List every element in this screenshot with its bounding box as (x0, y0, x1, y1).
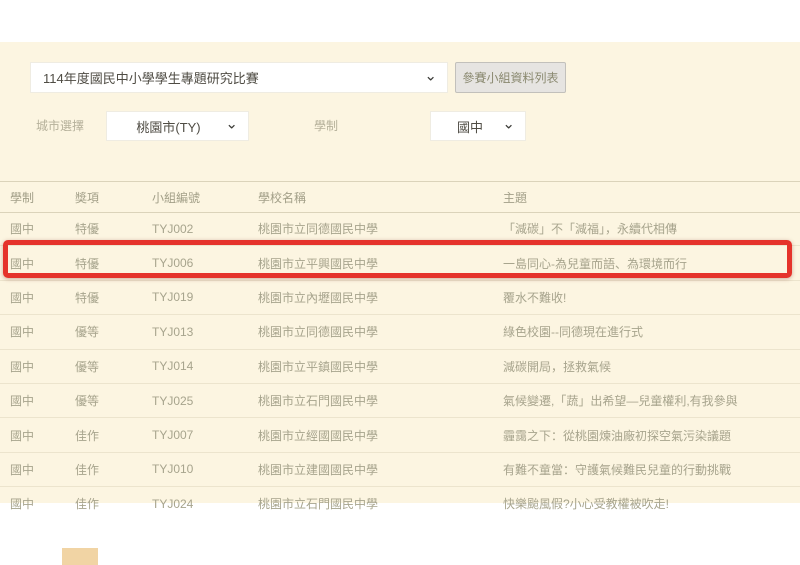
cell-topic: 一島同心-為兒童而語、為環境而行 (503, 255, 800, 272)
cell-topic: 有難不童當：守護氣候難民兒童的行動挑戰 (503, 461, 800, 478)
cell-award: 特優 (75, 289, 152, 306)
cell-school: 桃園市立同德國民中學 (258, 323, 503, 340)
cell-school: 桃園市立石門國民中學 (258, 495, 503, 512)
cell-topic: 快樂颱風假?小心受教權被吹走! (503, 495, 800, 512)
cell-award: 佳作 (75, 427, 152, 444)
cell-school: 桃園市立同德國民中學 (258, 220, 503, 237)
cell-award: 優等 (75, 358, 152, 375)
cell-award: 特優 (75, 255, 152, 272)
cell-group: TYJ019 (152, 290, 258, 304)
cell-award: 優等 (75, 392, 152, 409)
level-select-value: 國中 (457, 117, 483, 136)
cell-award: 佳作 (75, 495, 152, 512)
table-row[interactable]: 國中佳作TYJ024桃園市立石門國民中學快樂颱風假?小心受教權被吹走! (0, 487, 800, 520)
cell-award: 特優 (75, 220, 152, 237)
table-row[interactable]: 國中佳作TYJ010桃園市立建國國民中學有難不童當：守護氣候難民兒童的行動挑戰 (0, 453, 800, 487)
cell-school: 桃園市立平鎮國民中學 (258, 358, 503, 375)
cell-school: 桃園市立平興國民中學 (258, 255, 503, 272)
cell-level: 國中 (0, 495, 75, 512)
chevron-down-icon: ⌄ (424, 68, 437, 83)
scroll-corner-fragment (62, 548, 98, 565)
competition-select[interactable]: 114年度國民中小學學生專題研究比賽 ⌄ (30, 62, 448, 93)
cell-level: 國中 (0, 220, 75, 237)
city-select-value: 桃園市(TY) (136, 117, 200, 136)
cell-school: 桃園市立石門國民中學 (258, 392, 503, 409)
cell-school: 桃園市立內壢國民中學 (258, 289, 503, 306)
cell-level: 國中 (0, 461, 75, 478)
cell-school: 桃園市立經國國民中學 (258, 427, 503, 444)
cell-level: 國中 (0, 323, 75, 340)
column-header-group: 小組編號 (152, 189, 258, 206)
group-list-button[interactable]: 參賽小組資料列表 (455, 62, 566, 93)
level-select-label: 學制 (314, 111, 338, 141)
cell-group: TYJ010 (152, 462, 258, 476)
table-row[interactable]: 國中佳作TYJ007桃園市立經國國民中學霾靄之下：從桃園煉油廠初探空氣污染議題 (0, 418, 800, 452)
cell-topic: 覆水不難收! (503, 289, 800, 306)
cell-award: 佳作 (75, 461, 152, 478)
table-row[interactable]: 國中優等TYJ014桃園市立平鎮國民中學減碳開局，拯救氣候 (0, 350, 800, 384)
cell-level: 國中 (0, 289, 75, 306)
cell-topic: 減碳開局，拯救氣候 (503, 358, 800, 375)
cell-group: TYJ006 (152, 256, 258, 270)
table-row[interactable]: 國中特優TYJ002桃園市立同德國民中學「減碳」不「減福」，永續代相傳 (0, 212, 800, 246)
cell-group: TYJ025 (152, 394, 258, 408)
column-header-level: 學制 (0, 189, 75, 206)
cell-group: TYJ002 (152, 222, 258, 236)
chevron-down-icon: ⌄ (225, 117, 238, 132)
group-list-button-label: 參賽小組資料列表 (462, 69, 558, 86)
cell-level: 國中 (0, 358, 75, 375)
table-row[interactable]: 國中特優TYJ019桃園市立內壢國民中學覆水不難收! (0, 281, 800, 315)
cell-level: 國中 (0, 392, 75, 409)
cell-level: 國中 (0, 427, 75, 444)
cell-group: TYJ007 (152, 428, 258, 442)
cell-group: TYJ014 (152, 359, 258, 373)
cell-school: 桃園市立建國國民中學 (258, 461, 503, 478)
column-header-topic: 主題 (503, 189, 800, 206)
cell-level: 國中 (0, 255, 75, 272)
cell-group: TYJ024 (152, 497, 258, 511)
table-row[interactable]: 國中優等TYJ013桃園市立同德國民中學綠色校園--同德現在進行式 (0, 315, 800, 349)
cell-topic: 氣候變遷,「蔬」出希望—兒童權利,有我參與 (503, 392, 800, 409)
chevron-down-icon: ⌄ (502, 117, 515, 132)
city-select-label: 城市選擇 (36, 111, 84, 141)
column-header-award: 獎項 (75, 189, 152, 206)
cell-topic: 綠色校園--同德現在進行式 (503, 323, 800, 340)
table-header: 學制 獎項 小組編號 學校名稱 主題 (0, 181, 800, 213)
competition-select-value: 114年度國民中小學學生專題研究比賽 (43, 68, 259, 87)
table-rows: 國中特優TYJ002桃園市立同德國民中學「減碳」不「減福」，永續代相傳國中特優T… (0, 212, 800, 521)
column-header-school: 學校名稱 (258, 189, 503, 206)
cell-award: 優等 (75, 323, 152, 340)
cell-topic: 「減碳」不「減福」，永續代相傳 (503, 220, 800, 237)
cell-topic: 霾靄之下：從桃園煉油廠初探空氣污染議題 (503, 427, 800, 444)
level-select[interactable]: 國中 ⌄ (430, 111, 526, 141)
cell-group: TYJ013 (152, 325, 258, 339)
table-row[interactable]: 國中特優TYJ006桃園市立平興國民中學一島同心-為兒童而語、為環境而行 (0, 246, 800, 280)
table-row[interactable]: 國中優等TYJ025桃園市立石門國民中學氣候變遷,「蔬」出希望—兒童權利,有我參… (0, 384, 800, 418)
city-select[interactable]: 桃園市(TY) ⌄ (106, 111, 249, 141)
